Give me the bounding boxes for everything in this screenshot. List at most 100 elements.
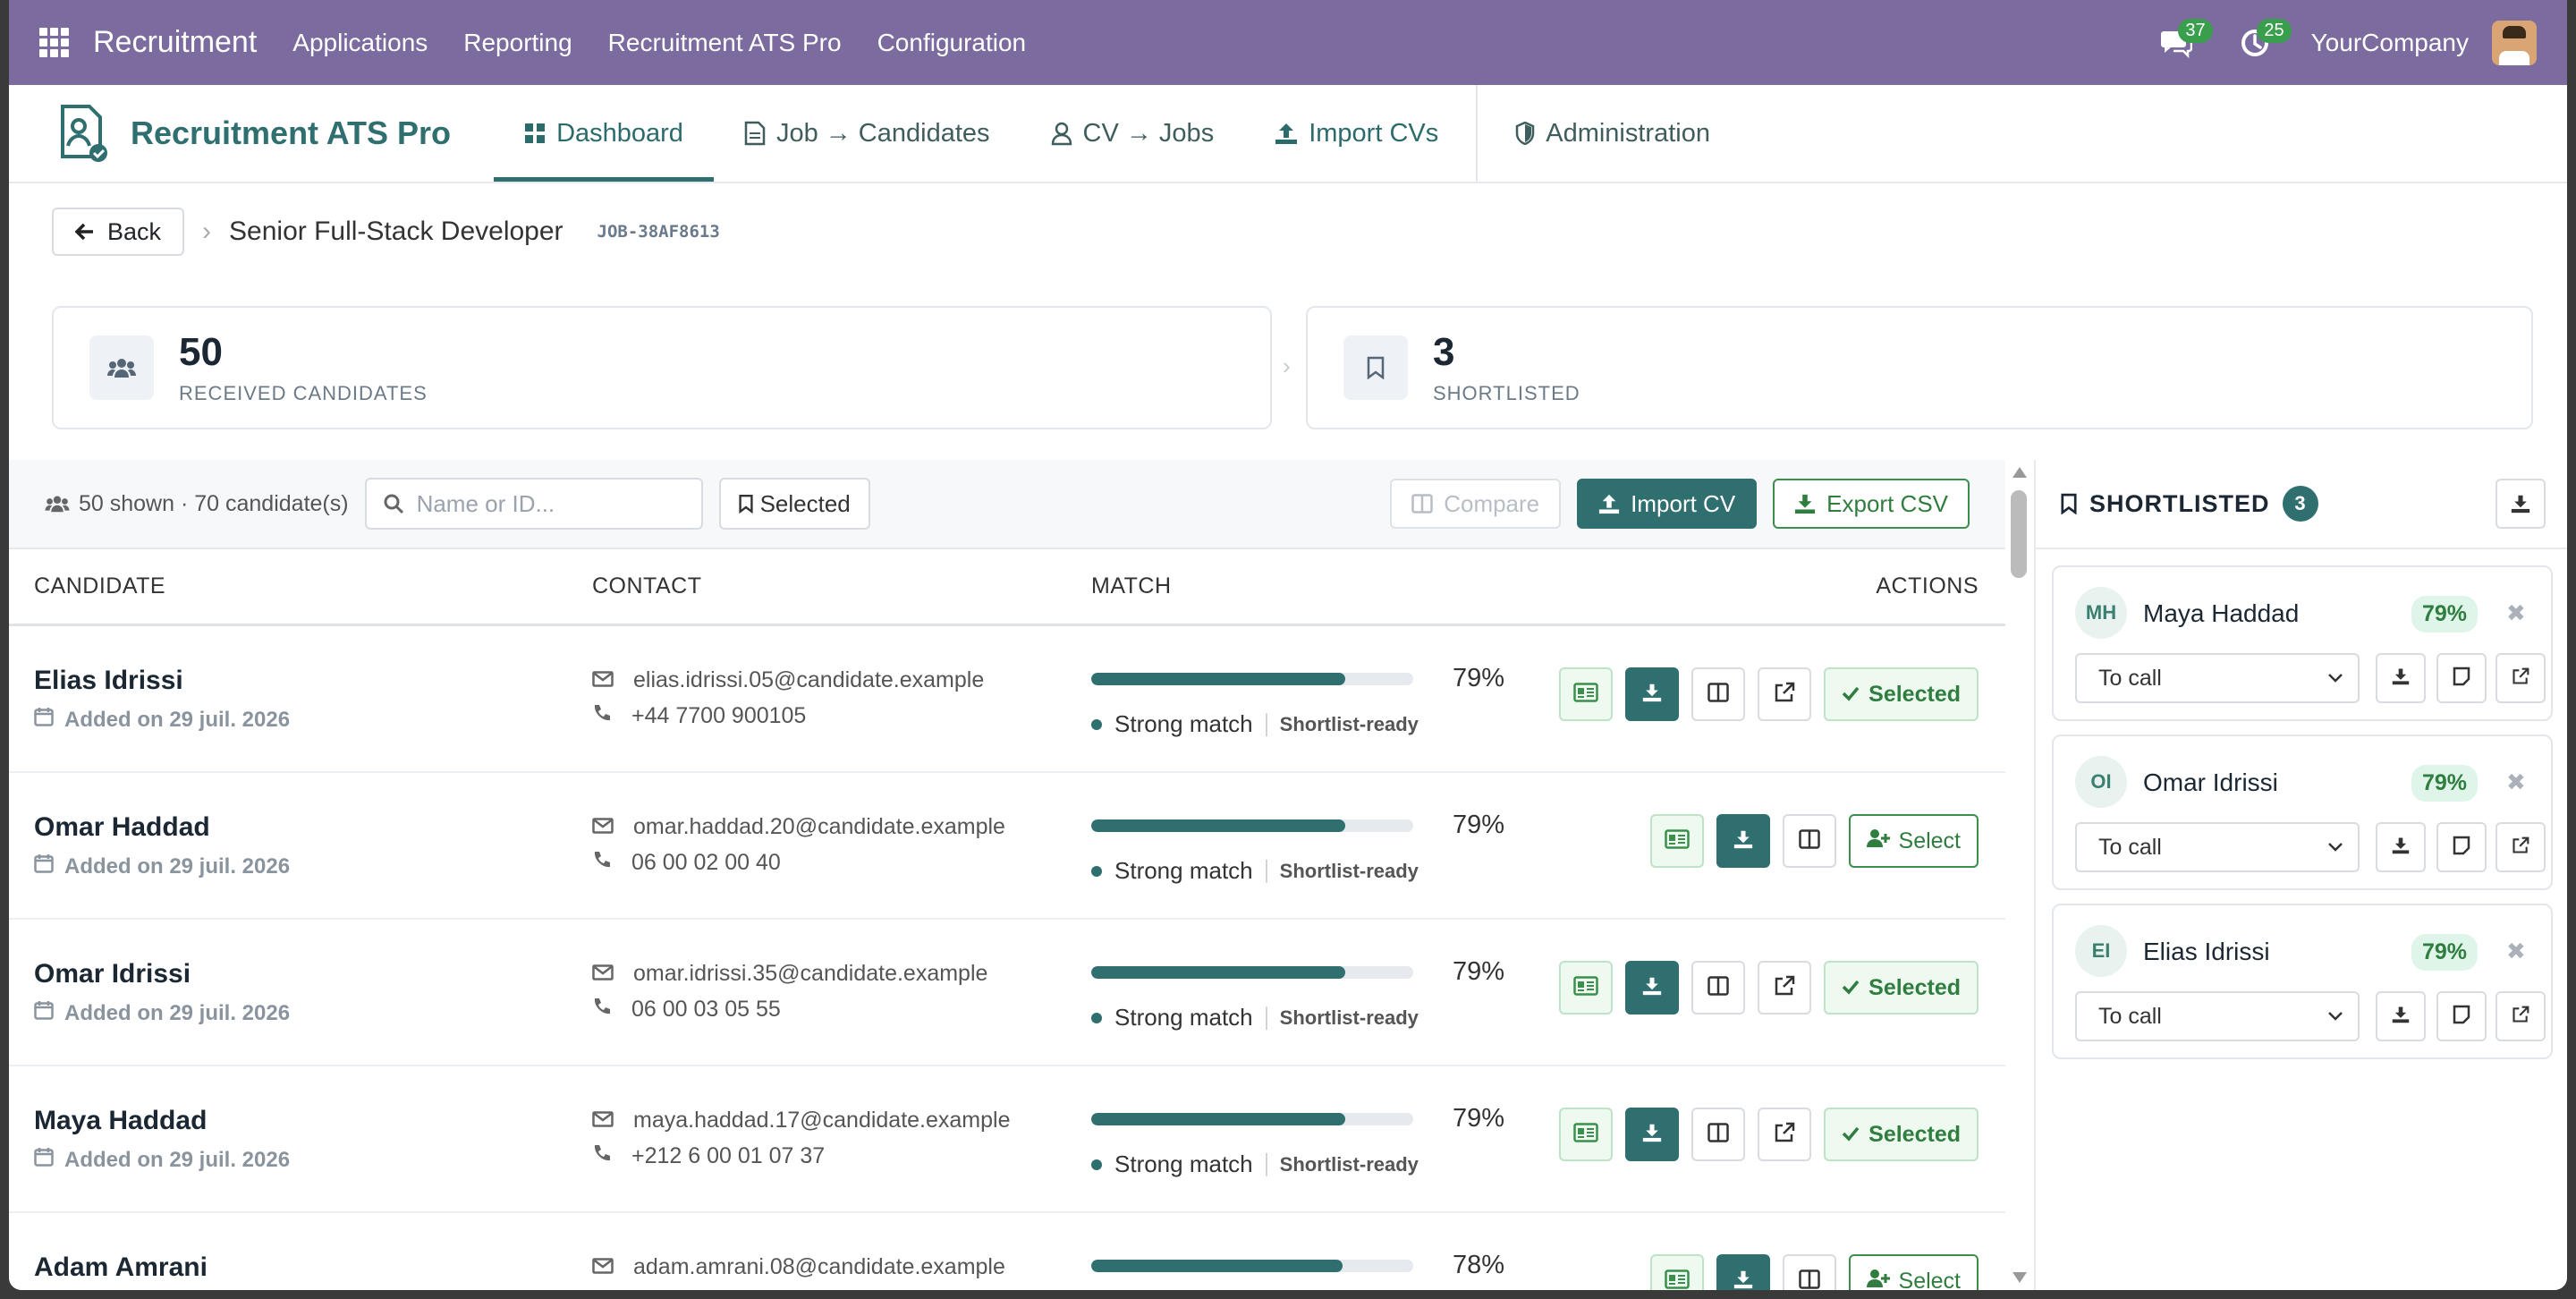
back-button[interactable]: Back	[52, 208, 185, 256]
selected-filter-button[interactable]: Selected	[718, 478, 870, 530]
export-csv-button[interactable]: Export CSV	[1773, 479, 1970, 529]
candidate-email[interactable]: maya.haddad.17@candidate.example	[592, 1108, 1011, 1133]
activities-button[interactable]: 25	[2233, 18, 2292, 65]
candidate-phone[interactable]: 06 00 02 00 40	[592, 850, 781, 876]
selected-button[interactable]: Selected	[1824, 1108, 1979, 1161]
candidate-email[interactable]: omar.idrissi.35@candidate.example	[592, 961, 987, 987]
compare-toggle-button[interactable]	[1782, 814, 1836, 868]
candidate-phone[interactable]: +44 7700 900105	[592, 703, 806, 729]
menu-recruitment-ats-pro[interactable]: Recruitment ATS Pro	[608, 29, 842, 57]
scroll-thumb[interactable]	[2011, 490, 2027, 578]
candidate-email[interactable]: elias.idrissi.05@candidate.example	[592, 667, 984, 693]
scroll-up-icon[interactable]	[2012, 467, 2027, 478]
selected-button[interactable]: Selected	[1824, 667, 1979, 721]
table-row[interactable]: Adam Amrani adam.amrani.08@candidate.exam…	[9, 1213, 2005, 1290]
view-profile-button[interactable]	[1649, 1254, 1704, 1290]
download-cv-button[interactable]	[1716, 814, 1770, 868]
import-cv-button[interactable]: Import CV	[1577, 479, 1758, 529]
match-tag: Shortlist-ready	[1279, 712, 1419, 735]
candidate-phone[interactable]: 06 00 03 05 55	[592, 997, 781, 1023]
table-row[interactable]: Maya Haddad Added on 29 juil. 2026 maya.ha…	[9, 1066, 2005, 1213]
select-status-label: Selected	[1868, 681, 1961, 707]
select-button[interactable]: Select	[1848, 1254, 1979, 1290]
download-cv-button[interactable]	[1625, 961, 1680, 1015]
tab-job-candidates[interactable]: Job → Candidates	[714, 85, 1021, 182]
card-open-button[interactable]	[2496, 822, 2546, 872]
compare-button[interactable]: Compare	[1390, 479, 1562, 529]
shortlist-name[interactable]: Omar Idrissi	[2143, 768, 2278, 797]
view-profile-button[interactable]	[1559, 961, 1614, 1015]
download-cv-button[interactable]	[1625, 667, 1680, 721]
menu-reporting[interactable]: Reporting	[463, 29, 572, 57]
user-avatar[interactable]	[2492, 20, 2537, 65]
compare-toggle-button[interactable]	[1691, 1108, 1746, 1161]
card-download-button[interactable]	[2376, 991, 2426, 1041]
remove-icon[interactable]: ✖	[2506, 768, 2526, 796]
candidate-email[interactable]: adam.amrani.08@candidate.example	[592, 1254, 1005, 1280]
shortlist-name[interactable]: Maya Haddad	[2143, 599, 2299, 628]
col-match[interactable]: MATCH	[1091, 573, 1172, 599]
card-open-button[interactable]	[2496, 991, 2546, 1041]
candidate-name[interactable]: Omar Haddad	[34, 812, 210, 843]
apps-menu-icon[interactable]	[39, 27, 70, 58]
remove-icon[interactable]: ✖	[2506, 938, 2526, 965]
candidates-scrollbar[interactable]	[2005, 460, 2034, 1290]
stage-select[interactable]: To call	[2075, 822, 2360, 872]
chevron-down-icon	[2326, 667, 2345, 693]
table-row[interactable]: Elias Idrissi Added on 29 juil. 2026 elias…	[9, 626, 2005, 773]
download-cv-button[interactable]	[1625, 1108, 1680, 1161]
card-open-button[interactable]	[2496, 653, 2546, 703]
menu-configuration[interactable]: Configuration	[877, 29, 1027, 57]
stage-select[interactable]: To call	[2075, 991, 2360, 1041]
compare-toggle-button[interactable]	[1782, 1254, 1836, 1290]
received-count: 50	[179, 330, 223, 374]
shortlist-name[interactable]: Elias Idrissi	[2143, 938, 2270, 966]
match-dot-icon	[1091, 865, 1102, 877]
card-note-button[interactable]	[2436, 991, 2487, 1041]
card-note-button[interactable]	[2436, 822, 2487, 872]
table-row[interactable]: Omar Idrissi Added on 29 juil. 2026 omar.i…	[9, 920, 2005, 1066]
card-download-button[interactable]	[2376, 653, 2426, 703]
tab-import-cvs[interactable]: Import CVs	[1244, 85, 1469, 182]
compare-button-label: Compare	[1444, 489, 1540, 517]
view-profile-button[interactable]	[1559, 1108, 1614, 1161]
candidate-name[interactable]: Omar Idrissi	[34, 959, 191, 989]
card-note-button[interactable]	[2436, 653, 2487, 703]
tab-cv-jobs[interactable]: CV → Jobs	[1021, 85, 1245, 182]
module-logo[interactable]: Recruitment ATS Pro	[59, 85, 451, 182]
col-candidate[interactable]: CANDIDATE	[34, 573, 165, 599]
shortlist-download-button[interactable]	[2496, 479, 2546, 529]
open-record-button[interactable]	[1758, 667, 1812, 721]
candidate-name[interactable]: Adam Amrani	[34, 1252, 208, 1283]
company-switcher[interactable]: YourCompany	[2311, 29, 2469, 57]
tab-administration[interactable]: Administration	[1485, 85, 1741, 182]
messages-badge: 37	[2178, 18, 2213, 43]
compare-toggle-button[interactable]	[1691, 667, 1746, 721]
stage-select[interactable]: To call	[2075, 653, 2360, 703]
search-input[interactable]	[416, 489, 685, 518]
messages-button[interactable]: 37	[2154, 18, 2213, 65]
app-name[interactable]: Recruitment	[93, 25, 257, 60]
remove-icon[interactable]: ✖	[2506, 599, 2526, 627]
file-icon	[744, 121, 766, 146]
menu-applications[interactable]: Applications	[292, 29, 428, 57]
candidate-name[interactable]: Elias Idrissi	[34, 666, 183, 696]
download-cv-button[interactable]	[1716, 1254, 1770, 1290]
search-box[interactable]	[364, 478, 703, 530]
tab-dashboard[interactable]: Dashboard	[494, 85, 714, 182]
candidate-email[interactable]: omar.haddad.20@candidate.example	[592, 814, 1005, 840]
card-download-button[interactable]	[2376, 822, 2426, 872]
stat-shortlisted: 3 SHORTLISTED	[1306, 306, 2533, 429]
compare-toggle-button[interactable]	[1691, 961, 1746, 1015]
open-record-button[interactable]	[1758, 1108, 1812, 1161]
scroll-down-icon[interactable]	[2012, 1272, 2027, 1283]
selected-button[interactable]: Selected	[1824, 961, 1979, 1015]
view-profile-button[interactable]	[1649, 814, 1704, 868]
candidate-phone[interactable]: +212 6 00 01 07 37	[592, 1143, 825, 1169]
open-record-button[interactable]	[1758, 961, 1812, 1015]
view-profile-button[interactable]	[1559, 667, 1614, 721]
col-contact[interactable]: CONTACT	[592, 573, 701, 599]
table-row[interactable]: Omar Haddad Added on 29 juil. 2026 omar.ha…	[9, 773, 2005, 920]
candidate-name[interactable]: Maya Haddad	[34, 1106, 207, 1136]
select-button[interactable]: Select	[1848, 814, 1979, 868]
